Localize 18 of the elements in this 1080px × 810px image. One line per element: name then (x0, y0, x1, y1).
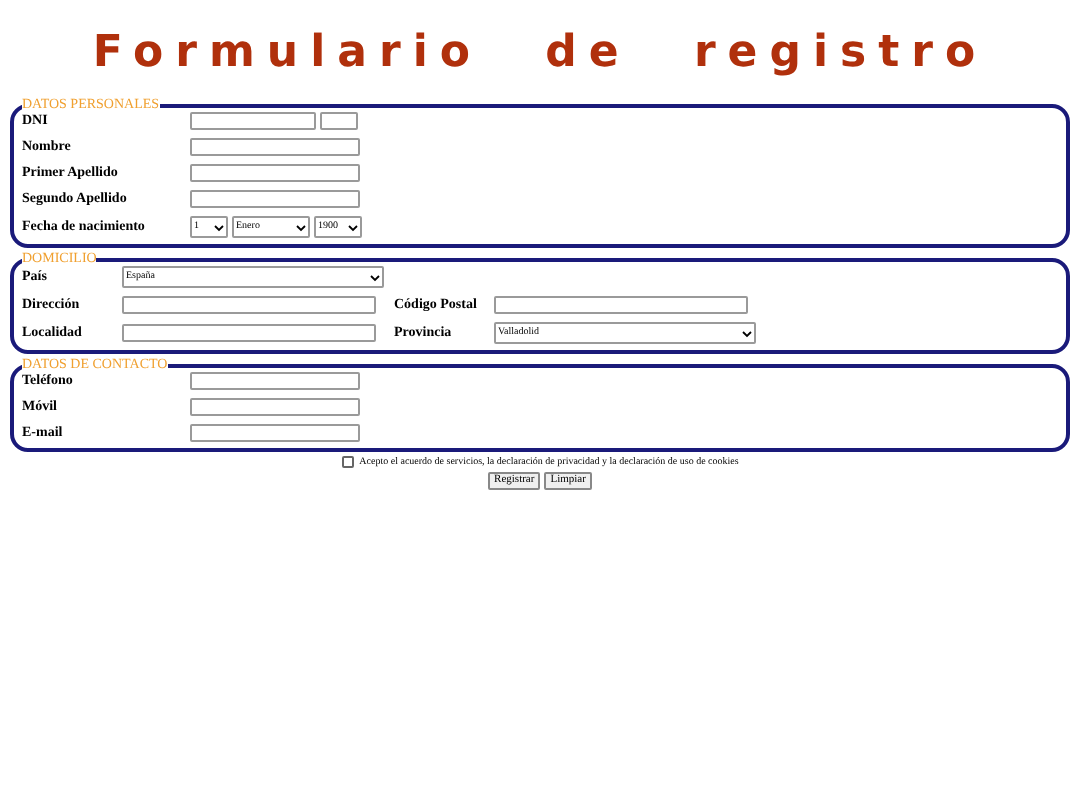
text-field[interactable] (190, 372, 360, 390)
text-field[interactable] (190, 138, 360, 156)
text-field[interactable] (190, 112, 316, 130)
chevron-down-icon (296, 223, 306, 231)
page-title: Formulario de registro (90, 26, 990, 82)
text-field[interactable] (320, 112, 358, 130)
chevron-down-icon (742, 329, 752, 337)
text-field[interactable] (494, 296, 748, 314)
text-field[interactable] (122, 324, 376, 342)
terms-checkbox[interactable] (341, 456, 354, 468)
text-field[interactable] (190, 164, 360, 182)
chevron-down-icon (370, 273, 380, 281)
text-field[interactable] (190, 424, 360, 442)
text-field[interactable] (122, 296, 376, 314)
text-field[interactable] (190, 190, 360, 208)
chevron-down-icon (348, 223, 358, 231)
chevron-down-icon (214, 223, 224, 231)
text-field[interactable] (190, 398, 360, 416)
